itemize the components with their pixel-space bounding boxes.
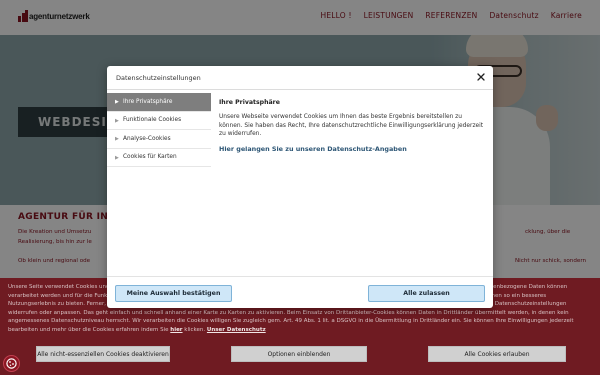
privacy-link[interactable]: Unser Datenschutz [207, 327, 266, 333]
chevron-right-icon: ▶ [115, 136, 119, 142]
sidebar-item-label: Analyse-Cookies [123, 135, 171, 142]
confirm-selection-button[interactable]: Meine Auswahl bestätigen [115, 285, 232, 302]
chevron-right-icon: ▶ [115, 117, 119, 124]
show-options-button[interactable]: Optionen einblenden [231, 346, 367, 362]
modal-content: Ihre Privatsphäre Unsere Webseite verwen… [219, 99, 484, 153]
modal-header: Datenschutzeinstellungen [107, 66, 493, 90]
cookie-settings-button[interactable] [3, 355, 20, 372]
sidebar-item-privacy[interactable]: ▶ Ihre Privatsphäre [107, 93, 211, 112]
privacy-settings-modal: Datenschutzeinstellungen ▶ Ihre Privatsp… [107, 66, 493, 308]
cookie-here-link[interactable]: hier [170, 327, 182, 333]
sidebar-item-map-cookies[interactable]: ▶ Cookies für Karten [107, 149, 211, 167]
modal-sidebar: ▶ Ihre Privatsphäre ▶ Funktionale Cookie… [107, 93, 211, 167]
sidebar-item-label: Funktionale Cookies [123, 117, 182, 124]
sidebar-item-analytics-cookies[interactable]: ▶ Analyse-Cookies [107, 130, 211, 149]
sidebar-item-label: Cookies für Karten [123, 154, 177, 161]
content-title: Ihre Privatsphäre [219, 99, 280, 106]
sidebar-item-functional-cookies[interactable]: ▶ Funktionale Cookies [107, 112, 211, 130]
chevron-right-icon: ▶ [115, 99, 119, 105]
cookie-icon [6, 358, 17, 369]
deactivate-cookies-button[interactable]: Alle nicht-essenziellen Cookies deaktivi… [36, 346, 170, 362]
sidebar-item-label: Ihre Privatsphäre [123, 98, 173, 105]
modal-footer: Meine Auswahl bestätigen Alle zulassen [107, 276, 493, 308]
allow-all-cookies-button[interactable]: Alle Cookies erlauben [428, 346, 566, 362]
chevron-right-icon: ▶ [115, 154, 119, 161]
privacy-info-link[interactable]: Hier gelangen Sie zu unseren Datenschutz… [219, 145, 484, 153]
content-text: Unsere Webseite verwendet Cookies um Ihn… [219, 114, 484, 137]
close-icon[interactable] [474, 70, 488, 84]
modal-title: Datenschutzeinstellungen [116, 74, 201, 82]
allow-all-button[interactable]: Alle zulassen [368, 285, 485, 302]
